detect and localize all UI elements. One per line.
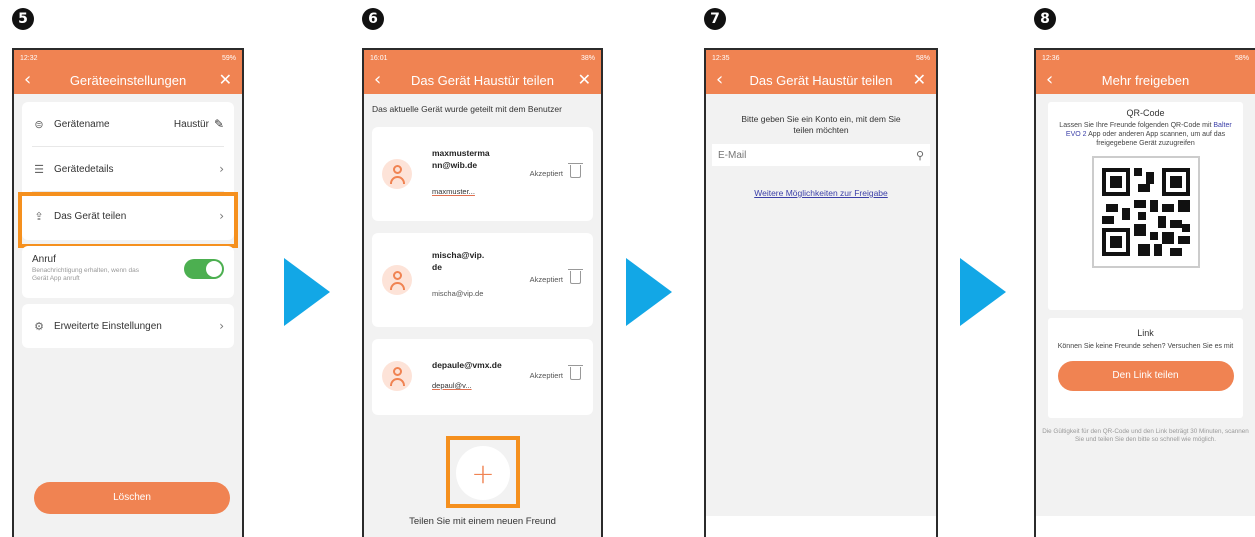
call-toggle[interactable] [184, 258, 224, 279]
phone-screen-share-list: 16:01 38% ‹ Das Gerät Haustür teilen ✕ D… [362, 48, 603, 537]
trash-icon[interactable] [568, 365, 583, 380]
next-arrow-icon [626, 258, 672, 326]
bottom-blank [1036, 516, 1255, 537]
page-title: Das Gerät Haustür teilen [410, 73, 555, 88]
link-text: Können Sie keine Freunde sehen? Versuche… [1057, 343, 1234, 350]
back-icon[interactable]: ‹ [716, 69, 723, 90]
gear-icon: ⚙ [34, 320, 44, 333]
qr-card: QR-Code Lassen Sie Ihre Freunde folgende… [1048, 102, 1243, 310]
user-avatar-icon [382, 159, 412, 189]
header-bar: ‹ Mehr freigeben [1036, 67, 1255, 94]
status-bar: 12:32 59% [14, 50, 242, 67]
link-heading: Link [1137, 328, 1154, 338]
share-link-button[interactable]: Den Link teilen [1057, 361, 1234, 391]
status-battery: 38% [580, 55, 595, 62]
user-card: mischa@vip. de mischa@vip.de Akzeptiert [372, 233, 593, 327]
bottom-blank [706, 516, 936, 537]
back-icon[interactable]: ‹ [24, 69, 31, 90]
status-time: 16:01 [370, 55, 388, 62]
status-bar: 12:35 58% [706, 50, 936, 67]
status-battery: 59% [221, 55, 236, 62]
user-status: Akzeptiert [529, 275, 563, 284]
phone-screen-device-settings: 12:32 59% ‹ Geräteeinstellungen ✕ ⊜ Gerä… [12, 48, 244, 537]
trash-icon[interactable] [568, 269, 583, 284]
step-badge-8: 8 [1034, 8, 1056, 30]
email-field: ⚲ [712, 144, 930, 166]
highlight-frame [18, 192, 238, 248]
tutorial-strip: 5 6 7 8 12:32 59% ‹ Geräteeinstellungen … [0, 0, 1255, 537]
advanced-card: ⚙ Erweiterte Einstellungen › [22, 304, 234, 348]
close-icon[interactable]: ✕ [219, 70, 232, 89]
chevron-right-icon: › [219, 162, 224, 176]
status-time: 12:32 [20, 55, 38, 62]
qr-instructions: Lassen Sie Ihre Freunde folgenden QR-Cod… [1059, 122, 1232, 147]
details-list-icon: ☰ [34, 163, 44, 176]
device-details-row[interactable]: ☰ Gerätedetails › [22, 147, 234, 191]
user-avatar-icon [382, 265, 412, 295]
step-badge-6: 6 [362, 8, 384, 30]
chevron-right-icon: › [219, 319, 224, 333]
back-icon[interactable]: ‹ [374, 69, 381, 90]
call-label: Anruf [32, 254, 56, 265]
call-card: Anruf Benachrichtigung erhalten, wenn da… [22, 246, 234, 298]
phone-screen-more-sharing: 12:36 58% ‹ Mehr freigeben QR-Code Lasse… [1034, 48, 1255, 537]
advanced-settings-row[interactable]: ⚙ Erweiterte Einstellungen › [22, 304, 234, 348]
search-icon[interactable]: ⚲ [916, 149, 924, 162]
status-bar: 12:36 58% [1036, 50, 1255, 67]
page-title: Das Gerät Haustür teilen [749, 73, 893, 88]
header-bar: ‹ Das Gerät Haustür teilen ✕ [364, 67, 601, 94]
edit-pencil-icon[interactable]: ✎ [214, 117, 224, 131]
page-title: Geräteeinstellungen [69, 73, 187, 88]
user-status: Akzeptiert [529, 371, 563, 380]
user-card: maxmusterma nn@wib.de maxmuster... Akzep… [372, 127, 593, 221]
user-name: maxmusterma nn@wib.de [432, 148, 490, 170]
user-name: mischa@vip. de [432, 250, 485, 272]
device-name-value: Haustür [173, 118, 209, 130]
user-avatar-icon [382, 361, 412, 391]
delete-button[interactable]: Löschen [34, 482, 230, 514]
plus-icon: + [471, 456, 495, 490]
add-friend-label: Teilen Sie mit einem neuen Freund [409, 516, 556, 527]
trash-icon[interactable] [568, 163, 583, 178]
advanced-settings-label: Erweiterte Einstellungen [54, 320, 162, 332]
email-input[interactable] [718, 149, 916, 161]
back-icon[interactable]: ‹ [1046, 69, 1053, 90]
next-arrow-icon [960, 258, 1006, 326]
call-description: Benachrichtigung erhalten, wenn das Gerä… [32, 267, 139, 282]
shared-intro-text: Das aktuelle Gerät wurde geteilt mit dem… [372, 104, 562, 114]
close-icon[interactable]: ✕ [578, 70, 591, 89]
step-badge-7: 7 [704, 8, 726, 30]
qr-code-icon [1101, 168, 1190, 256]
user-subtext: depaul@v... [432, 381, 472, 390]
user-status: Akzeptiert [529, 169, 563, 178]
device-name-label: Gerätename [54, 118, 110, 130]
status-time: 12:36 [1042, 55, 1060, 62]
status-time: 12:35 [712, 55, 730, 62]
close-icon[interactable]: ✕ [913, 70, 926, 89]
device-details-label: Gerätedetails [54, 163, 114, 175]
header-bar: ‹ Das Gerät Haustür teilen ✕ [706, 67, 936, 94]
device-name-icon: ⊜ [34, 118, 44, 131]
phone-screen-share-by-email: 12:35 58% ‹ Das Gerät Haustür teilen ✕ B… [704, 48, 938, 537]
header-bar: ‹ Geräteeinstellungen ✕ [14, 67, 242, 94]
status-bar: 16:01 38% [364, 50, 601, 67]
step-badge-5: 5 [12, 8, 34, 30]
validity-note: Die Gültigkeit für den QR-Code und den L… [1042, 428, 1249, 443]
qr-code-image [1091, 156, 1200, 268]
status-battery: 58% [1234, 55, 1249, 62]
link-card: Link Können Sie keine Freunde sehen? Ver… [1048, 318, 1243, 418]
status-battery: 58% [915, 55, 930, 62]
qr-heading: QR-Code [1126, 108, 1165, 118]
page-title: Mehr freigeben [1101, 73, 1190, 88]
user-subtext: maxmuster... [432, 187, 475, 196]
next-arrow-icon [284, 258, 330, 326]
add-friend-button[interactable]: + [456, 446, 510, 500]
device-name-row[interactable]: ⊜ Gerätename Haustür ✎ [22, 102, 234, 146]
user-name: depaule@vmx.de [432, 360, 502, 370]
share-prompt: Bitte geben Sie ein Konto ein, mit dem S… [741, 114, 901, 135]
user-card: depaule@vmx.de depaul@v... Akzeptiert [372, 339, 593, 415]
more-share-options-link[interactable]: Weitere Möglichkeiten zur Freigabe [706, 188, 936, 198]
settings-card: ⊜ Gerätename Haustür ✎ ☰ Gerätedetails ›… [18, 102, 238, 248]
user-subtext: mischa@vip.de [432, 289, 484, 298]
